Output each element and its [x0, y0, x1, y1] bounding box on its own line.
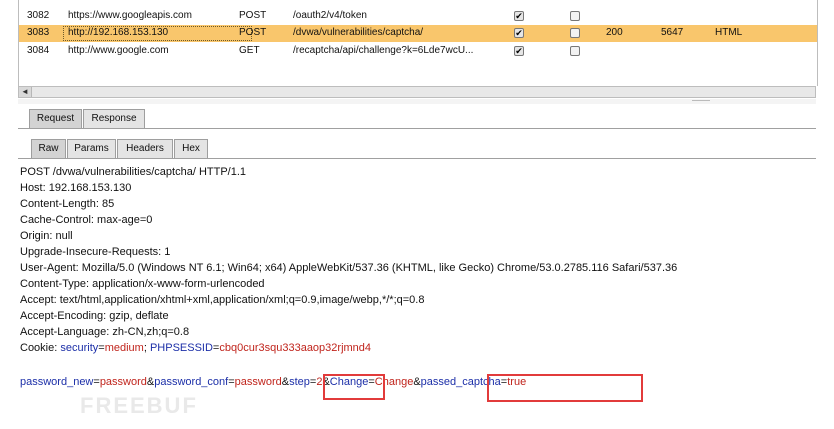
highlight-step-param [323, 374, 385, 400]
request-line: POST /dvwa/vulnerabilities/captcha/ HTTP… [20, 166, 247, 178]
history-row[interactable]: 3082 https://www.googleapis.com POST /oa… [19, 8, 817, 25]
table-empty-area [18, 62, 818, 86]
row-host: http://192.168.153.130 [68, 27, 169, 38]
row-number: 3084 [27, 45, 50, 56]
header-upgrade-insecure: Upgrade-Insecure-Requests: 1 [20, 246, 171, 258]
row-number: 3082 [27, 10, 50, 21]
row-url: /oauth2/v4/token [293, 10, 367, 21]
row-method: POST [239, 10, 267, 21]
row-host: http://www.google.com [68, 45, 169, 56]
subtab-divider [18, 158, 816, 159]
header-accept: Accept: text/html,application/xhtml+xml,… [20, 294, 425, 306]
edited-checkbox[interactable] [570, 11, 580, 21]
row-mime: HTML [715, 27, 743, 38]
row-method: POST [239, 27, 267, 38]
highlight-passed-captcha-param [487, 374, 643, 402]
row-length: 5647 [661, 27, 684, 38]
history-row[interactable]: 3084 http://www.google.com GET /recaptch… [19, 43, 817, 60]
header-content-length: Content-Length: 85 [20, 198, 115, 210]
header-content-type: Content-Type: application/x-www-form-url… [20, 278, 265, 290]
params-checkbox[interactable]: ✔ [514, 28, 524, 38]
tab-request[interactable]: Request [29, 109, 82, 128]
row-status: 200 [606, 27, 623, 38]
splitter-grip[interactable] [692, 100, 710, 101]
proxy-history-table: 3082 https://www.googleapis.com POST /oa… [18, 0, 818, 62]
pane-splitter[interactable] [18, 99, 816, 104]
watermark: FREEBUF [80, 393, 198, 418]
header-accept-encoding: Accept-Encoding: gzip, deflate [20, 310, 169, 322]
tab-response[interactable]: Response [83, 109, 145, 128]
scroll-left-arrow-icon[interactable]: ◄ [19, 87, 32, 97]
tab-params[interactable]: Params [67, 139, 116, 158]
row-number: 3083 [27, 27, 50, 38]
tab-hex[interactable]: Hex [174, 139, 208, 158]
tab-raw[interactable]: Raw [31, 139, 66, 158]
header-cache-control: Cache-Control: max-age=0 [20, 214, 153, 226]
tab-headers[interactable]: Headers [117, 139, 173, 158]
history-row-selected[interactable]: 3083 http://192.168.153.130 POST /dvwa/v… [19, 25, 817, 42]
header-origin: Origin: null [20, 230, 73, 242]
row-host: https://www.googleapis.com [68, 10, 192, 21]
edited-checkbox[interactable] [570, 46, 580, 56]
row-url: /dvwa/vulnerabilities/captcha/ [293, 27, 424, 38]
header-host: Host: 192.168.153.130 [20, 182, 132, 194]
horizontal-scrollbar[interactable]: ◄ [18, 86, 816, 98]
row-url: /recaptcha/api/challenge?k=6Lde7wcU... [293, 45, 474, 56]
header-accept-language: Accept-Language: zh-CN,zh;q=0.8 [20, 326, 190, 338]
request-body: password_new=password&password_conf=pass… [20, 376, 527, 388]
row-method: GET [239, 45, 260, 56]
params-checkbox[interactable]: ✔ [514, 11, 524, 21]
edited-checkbox[interactable] [570, 28, 580, 38]
params-checkbox[interactable]: ✔ [514, 46, 524, 56]
header-user-agent: User-Agent: Mozilla/5.0 (Windows NT 6.1;… [20, 262, 678, 274]
tab-divider [18, 128, 816, 129]
header-cookie: Cookie: security=medium; PHPSESSID=cbq0c… [20, 342, 372, 354]
